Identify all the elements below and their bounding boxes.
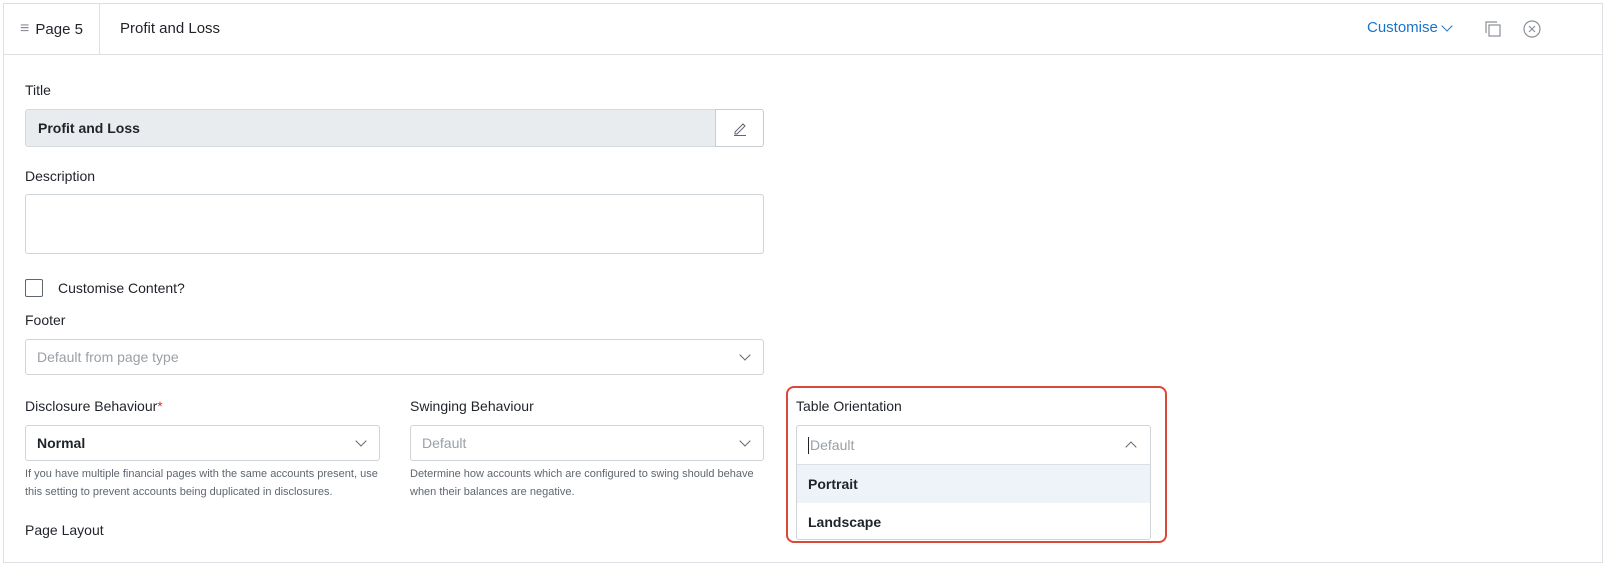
description-label: Description bbox=[25, 168, 96, 184]
disclosure-behaviour-select[interactable]: Normal bbox=[25, 425, 380, 461]
chevron-down-icon bbox=[739, 435, 751, 447]
description-textarea[interactable] bbox=[25, 194, 764, 254]
disclosure-help-text: If you have multiple financial pages wit… bbox=[25, 468, 378, 498]
customise-label: Customise bbox=[1367, 19, 1438, 36]
edit-title-button[interactable] bbox=[715, 109, 764, 147]
page-title: Profit and Loss bbox=[120, 20, 221, 37]
swinging-placeholder: Default bbox=[422, 435, 467, 451]
swinging-behaviour-select[interactable]: Default bbox=[410, 425, 764, 461]
disclosure-label-text: Disclosure Behaviour bbox=[25, 398, 158, 414]
swinging-help-text: Determine how accounts which are configu… bbox=[410, 468, 754, 498]
customise-button[interactable]: Customise bbox=[1367, 19, 1453, 36]
copy-icon[interactable] bbox=[1485, 21, 1501, 37]
page-tab[interactable]: ≡ Page 5 bbox=[4, 4, 100, 54]
page-layout-label: Page Layout bbox=[25, 522, 104, 538]
customise-content-label: Customise Content? bbox=[58, 280, 185, 296]
customise-content-checkbox[interactable] bbox=[25, 279, 43, 297]
chevron-down-icon bbox=[739, 349, 751, 361]
swinging-behaviour-label: Swinging Behaviour bbox=[410, 398, 534, 414]
disclosure-value: Normal bbox=[37, 435, 86, 451]
footer-select[interactable]: Default from page type bbox=[25, 339, 764, 375]
pencil-icon bbox=[733, 123, 746, 136]
page-editor-panel: ≡ Page 5 Profit and Loss Customise Title… bbox=[3, 3, 1603, 563]
chevron-down-icon bbox=[1441, 19, 1453, 32]
close-icon[interactable] bbox=[1523, 20, 1541, 38]
highlight-box bbox=[786, 386, 1167, 543]
hamburger-icon[interactable]: ≡ bbox=[20, 21, 29, 37]
page-label: Page 5 bbox=[35, 20, 83, 38]
title-field: Profit and Loss bbox=[25, 109, 716, 147]
disclosure-behaviour-label: Disclosure Behaviour* bbox=[25, 398, 163, 414]
footer-label: Footer bbox=[25, 312, 66, 328]
title-label: Title bbox=[25, 82, 51, 98]
chevron-down-icon bbox=[355, 435, 367, 447]
panel-header: ≡ Page 5 Profit and Loss Customise bbox=[4, 4, 1602, 55]
required-mark: * bbox=[157, 398, 163, 414]
footer-placeholder: Default from page type bbox=[37, 349, 179, 365]
